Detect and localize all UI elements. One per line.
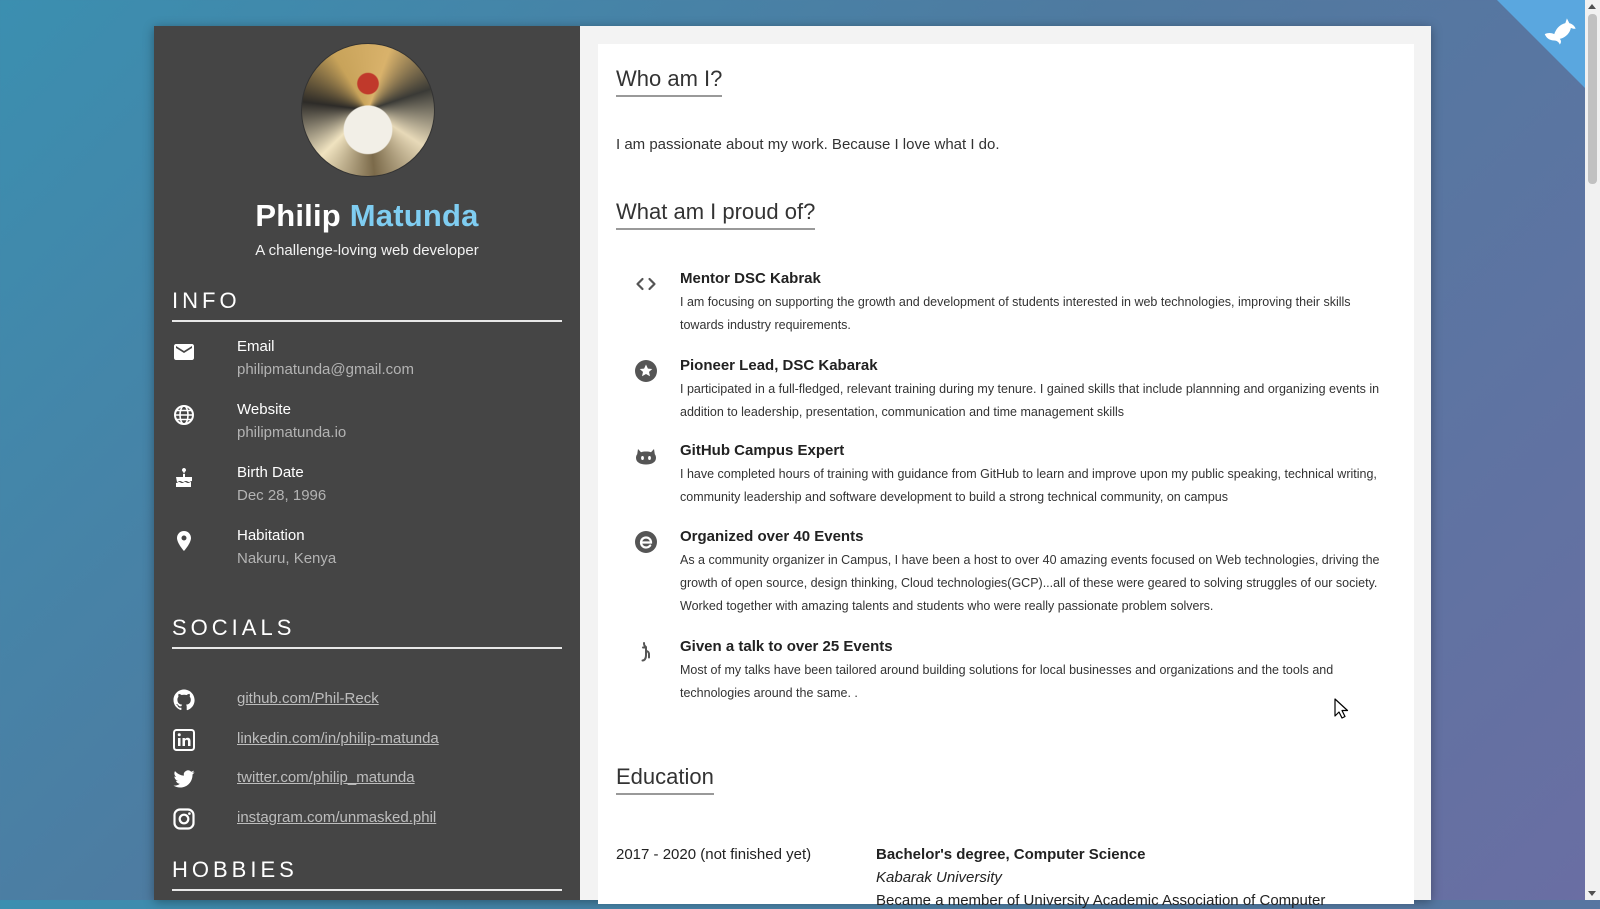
- tagline: A challenge-loving web developer: [255, 242, 479, 259]
- social-link[interactable]: linkedin.com/in/philip-matunda: [237, 730, 439, 747]
- section-title-education: Education: [616, 764, 714, 795]
- info-value: philipmatunda.io: [237, 424, 347, 441]
- twitter-icon: [173, 770, 195, 788]
- scrollbar-thumb[interactable]: [1588, 14, 1597, 184]
- achievement-description: I am focusing on supporting the growth a…: [680, 295, 1351, 332]
- social-link[interactable]: github.com/Phil-Reck: [237, 690, 379, 707]
- social-linkedin: linkedin.com/in/philip-matunda: [172, 728, 562, 754]
- achievement-description: I have completed hours of training with …: [680, 467, 1377, 504]
- info-label: Email: [237, 338, 275, 355]
- info-value: Nakuru, Kenya: [237, 550, 337, 567]
- globe-icon: [174, 405, 194, 425]
- education-degree: Bachelor's degree, Computer Science: [876, 846, 1146, 863]
- achievement-title: Organized over 40 Events: [680, 528, 864, 545]
- achievement-description: Most of my talks have been tailored arou…: [680, 663, 1334, 700]
- social-twitter: twitter.com/philip_matunda: [172, 767, 562, 793]
- social-link[interactable]: instagram.com/unmasked.phil: [237, 809, 436, 826]
- info-label: Birth Date: [237, 464, 304, 481]
- info-label: Habitation: [237, 527, 305, 544]
- instagram-icon: [173, 808, 195, 830]
- info-heading: INFO: [172, 288, 562, 322]
- info-label: Website: [237, 401, 291, 418]
- bird-icon[interactable]: [1540, 12, 1578, 50]
- education-description: Became a member of University Academic A…: [876, 892, 1326, 909]
- info-item-birth-date: Birth Date Dec 28, 1996: [172, 464, 562, 514]
- mouse-cursor-icon: [1334, 698, 1349, 719]
- edge-e-icon: [635, 531, 657, 553]
- main-area: Who am I? I am passionate about my work.…: [580, 26, 1431, 909]
- info-value: philipmatunda@gmail.com: [237, 361, 414, 378]
- github-cat-icon: [636, 449, 656, 465]
- location-pin-icon: [177, 531, 191, 551]
- achievement-description: As a community organizer in Campus, I ha…: [680, 553, 1380, 613]
- social-github: github.com/Phil-Reck: [172, 688, 562, 714]
- education-years: 2017 - 2020 (not finished yet): [616, 846, 812, 863]
- cake-icon: [176, 468, 192, 487]
- resume-card: Philip Matunda A challenge-loving web de…: [154, 26, 1431, 909]
- social-link[interactable]: twitter.com/philip_matunda: [237, 769, 415, 786]
- info-item-habitation: Habitation Nakuru, Kenya: [172, 527, 562, 577]
- avatar: [301, 43, 435, 177]
- socials-heading: SOCIALS: [172, 615, 562, 649]
- achievement-title: Mentor DSC Kabrak: [680, 270, 821, 287]
- email-icon: [174, 344, 194, 360]
- achievement-title: GitHub Campus Expert: [680, 442, 845, 459]
- social-instagram: instagram.com/unmasked.phil: [172, 807, 562, 833]
- github-icon: [173, 689, 195, 711]
- achievement-description: I participated in a full-fledged, releva…: [680, 382, 1380, 419]
- star-icon: [635, 360, 657, 382]
- scroll-up-arrow-icon[interactable]: [1588, 4, 1596, 9]
- section-title-about: Who am I?: [616, 66, 723, 97]
- info-value: Dec 28, 1996: [237, 487, 327, 504]
- hobbies-heading: HOBBIES: [172, 857, 562, 891]
- microphone-icon: [641, 642, 650, 662]
- code-icon: [636, 277, 656, 291]
- info-item-email: Email philipmatunda@gmail.com: [172, 338, 562, 388]
- info-item-website: Website philipmatunda.io: [172, 401, 562, 451]
- last-name: Matunda: [349, 198, 479, 233]
- scrollbar[interactable]: [1585, 0, 1600, 900]
- main-content: Who am I? I am passionate about my work.…: [598, 44, 1414, 909]
- about-text: I am passionate about my work. Because I…: [616, 136, 1000, 153]
- achievement-title: Pioneer Lead, DSC Kabarak: [680, 357, 878, 374]
- scroll-down-arrow-icon[interactable]: [1588, 891, 1596, 896]
- sidebar: Philip Matunda A challenge-loving web de…: [154, 26, 580, 900]
- linkedin-icon: [173, 729, 195, 751]
- first-name: Philip: [255, 198, 341, 233]
- education-school: Kabarak University: [876, 869, 1002, 886]
- section-title-proud: What am I proud of?: [616, 199, 816, 230]
- achievement-title: Given a talk to over 25 Events: [680, 638, 893, 655]
- profile-name: Philip Matunda: [154, 198, 580, 234]
